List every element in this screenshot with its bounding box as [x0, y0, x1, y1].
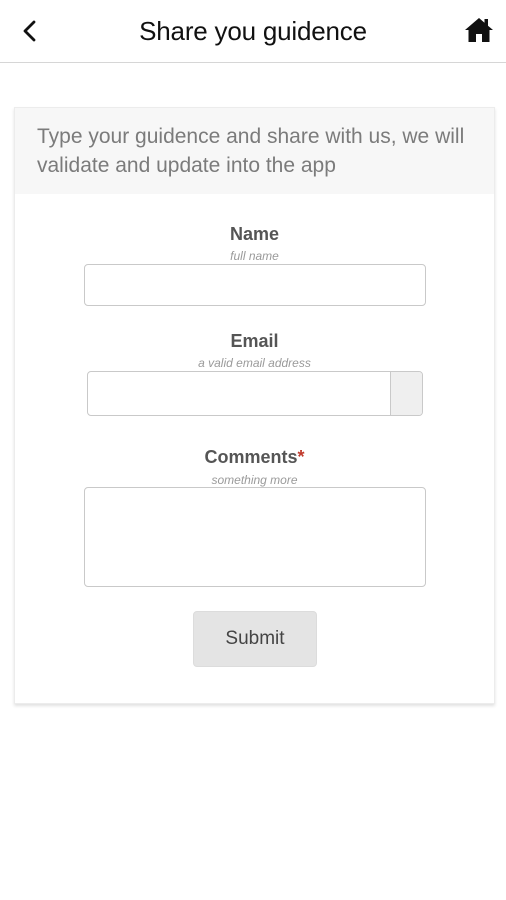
name-hint: full name	[230, 249, 279, 263]
page-title: Share you guidence	[139, 16, 367, 46]
required-marker: *	[297, 447, 305, 467]
email-input[interactable]	[88, 372, 391, 415]
guidance-form-card: Type your guidence and share with us, we…	[14, 107, 495, 704]
submit-button[interactable]: Submit	[193, 611, 317, 667]
name-input[interactable]	[84, 264, 426, 306]
comments-hint: something more	[211, 473, 298, 487]
comments-label: Comments*	[15, 447, 494, 468]
name-label: Name	[229, 224, 280, 244]
email-input-addon	[390, 372, 422, 415]
top-app-bar: Share you guidence	[0, 0, 506, 63]
email-hint: a valid email address	[198, 356, 311, 370]
comments-label-text: Comments	[204, 447, 298, 467]
home-button[interactable]	[462, 14, 496, 46]
comments-textarea[interactable]	[84, 487, 426, 587]
home-icon	[465, 18, 493, 42]
form-intro: Type your guidence and share with us, we…	[15, 108, 494, 194]
email-label: Email	[230, 331, 279, 351]
email-field	[87, 371, 423, 416]
